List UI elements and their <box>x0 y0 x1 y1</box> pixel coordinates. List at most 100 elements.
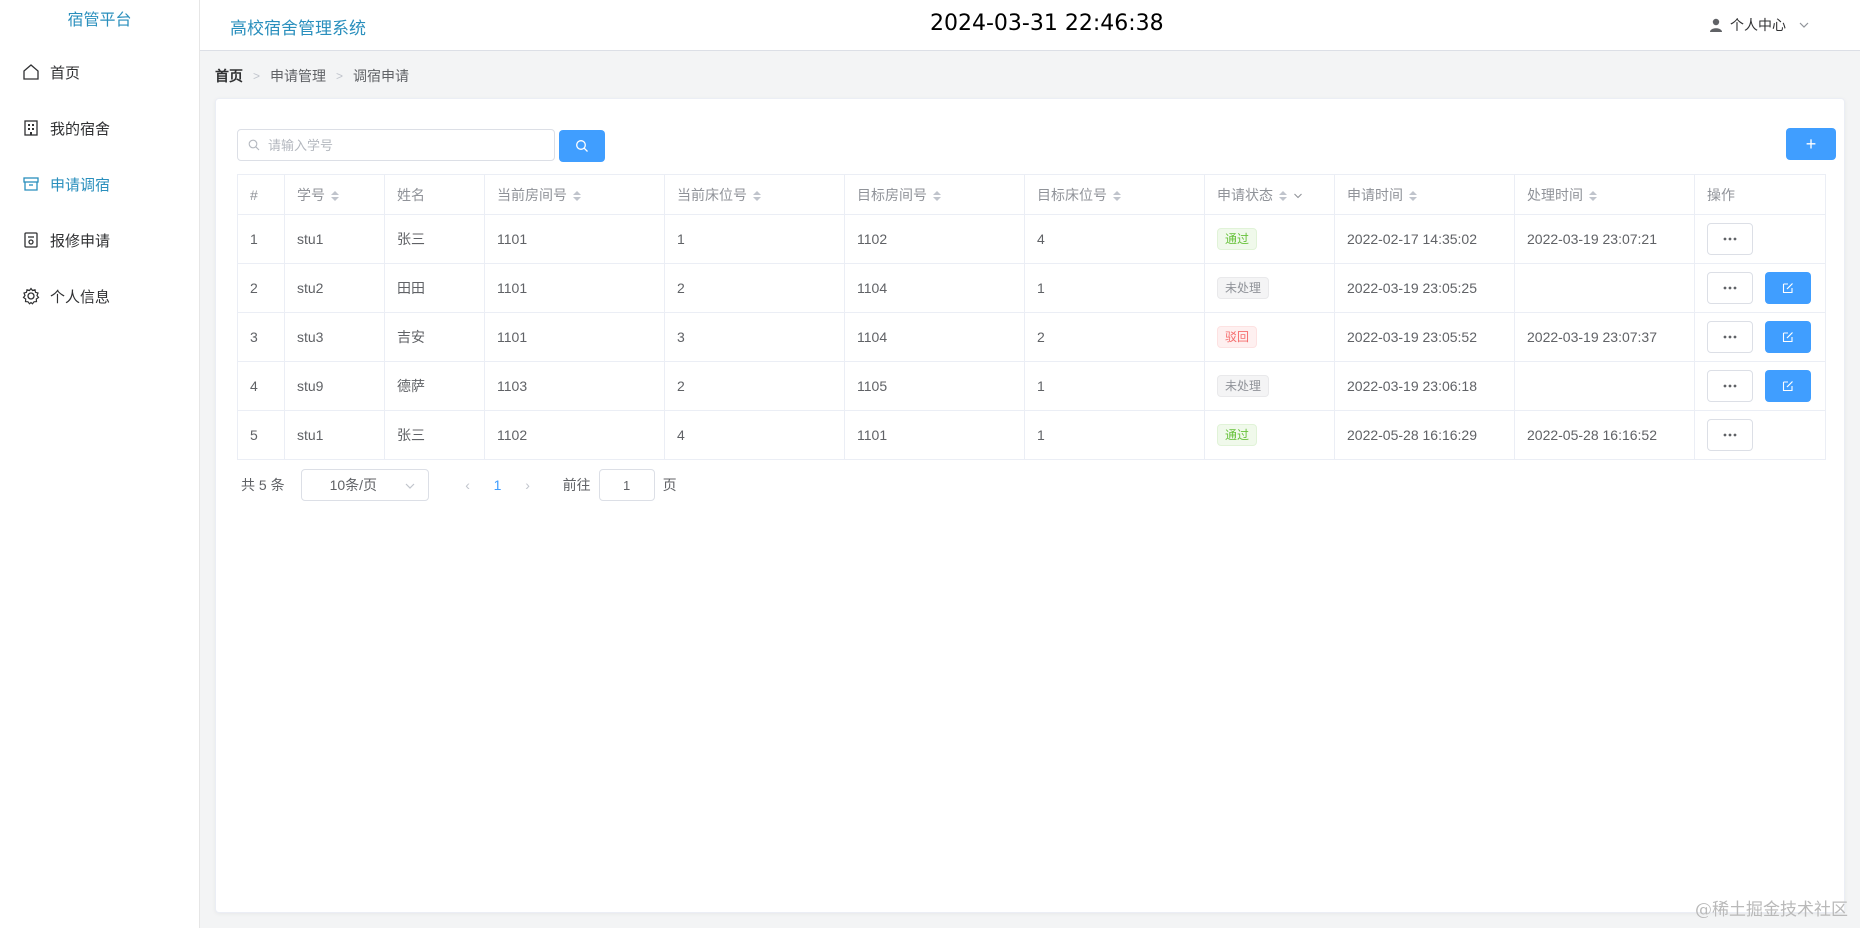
user-icon <box>1708 17 1724 33</box>
sidebar-item-my-dorm[interactable]: 我的宿舍 <box>0 100 199 156</box>
more-button[interactable] <box>1707 321 1753 353</box>
main-card: + # 学号 姓名 当前房间号 当前床位号 目标房间号 目标床位号 申请状态 申… <box>215 98 1845 913</box>
cell-cur-bed: 2 <box>664 263 845 313</box>
clock: 2024-03-31 22:46:38 <box>930 11 1164 36</box>
sidebar-item-home[interactable]: 首页 <box>0 44 199 100</box>
breadcrumb-item-home[interactable]: 首页 <box>215 66 243 86</box>
more-button[interactable] <box>1707 272 1753 304</box>
cell-actions <box>1694 312 1826 362</box>
sidebar: 宿管平台 首页 我的宿舍 申请调宿 报修申请 个人信息 <box>0 0 200 928</box>
sort-icon[interactable] <box>933 190 941 201</box>
next-page-button[interactable]: › <box>513 477 543 493</box>
cell-cur-room: 1101 <box>484 214 665 264</box>
column-header[interactable]: 学号 <box>284 174 385 215</box>
row-actions <box>1707 321 1813 353</box>
cell-actions <box>1694 361 1826 411</box>
column-header[interactable]: 申请状态 <box>1204 174 1335 215</box>
prev-page-button[interactable]: ‹ <box>453 477 483 493</box>
cell-index: 3 <box>237 312 285 362</box>
cell-target-bed: 1 <box>1024 263 1205 313</box>
cell-apply-time: 2022-05-28 16:16:29 <box>1334 410 1515 460</box>
cell-status: 通过 <box>1204 214 1335 264</box>
sort-icon[interactable] <box>331 190 339 201</box>
home-icon <box>22 63 40 81</box>
column-header[interactable]: 申请时间 <box>1334 174 1515 215</box>
goto-page-input[interactable] <box>598 469 655 501</box>
table-row: 2 stu2 田田 1101 2 1104 1 未处理 2022-03-19 23:05:25 <box>237 263 1826 313</box>
status-badge: 未处理 <box>1217 375 1270 397</box>
more-icon <box>1723 335 1737 339</box>
column-header[interactable]: 目标房间号 <box>844 174 1025 215</box>
sort-icon[interactable] <box>1279 190 1287 201</box>
search-input[interactable] <box>268 137 548 153</box>
page-size-select[interactable]: 10条/页 <box>300 469 429 501</box>
sort-icon[interactable] <box>1589 190 1597 201</box>
cell-actions <box>1694 263 1826 313</box>
page-size-value: 10条/页 <box>329 477 378 493</box>
more-icon <box>1723 237 1737 241</box>
breadcrumb-item-current: 调宿申请 <box>353 68 410 84</box>
chevron-down-icon <box>1798 19 1810 31</box>
sort-icon[interactable] <box>1113 190 1121 201</box>
chevron-down-icon <box>404 480 416 492</box>
cell-cur-bed: 1 <box>664 214 845 264</box>
edit-icon <box>1782 283 1793 294</box>
user-center-dropdown[interactable]: 个人中心 <box>1708 15 1810 35</box>
column-header[interactable]: 处理时间 <box>1514 174 1695 215</box>
cell-apply-time: 2022-03-19 23:05:25 <box>1334 263 1515 313</box>
cell-target-bed: 1 <box>1024 410 1205 460</box>
system-title: 高校宿舍管理系统 <box>230 19 366 38</box>
more-button[interactable] <box>1707 370 1753 402</box>
cell-name: 张三 <box>384 410 485 460</box>
search-box[interactable] <box>237 129 555 161</box>
search-icon <box>248 139 260 151</box>
sidebar-item-profile[interactable]: 个人信息 <box>0 268 199 324</box>
cell-process-time: 2022-03-19 23:07:21 <box>1514 214 1695 264</box>
sidebar-item-label: 个人信息 <box>50 288 111 306</box>
edit-icon <box>1782 381 1793 392</box>
sidebar-item-label: 我的宿舍 <box>50 120 111 138</box>
search-icon <box>576 140 588 152</box>
add-button[interactable]: + <box>1786 128 1836 160</box>
column-header[interactable]: 目标床位号 <box>1024 174 1205 215</box>
search-button[interactable] <box>559 130 605 162</box>
cell-student-id: stu2 <box>284 263 385 313</box>
cell-process-time <box>1514 263 1695 313</box>
sort-icon[interactable] <box>573 190 581 201</box>
box-icon <box>22 175 40 193</box>
column-header[interactable]: 当前床位号 <box>664 174 845 215</box>
edit-button[interactable] <box>1765 370 1811 402</box>
cell-cur-room: 1101 <box>484 312 665 362</box>
cell-apply-time: 2022-02-17 14:35:02 <box>1334 214 1515 264</box>
edit-button[interactable] <box>1765 321 1811 353</box>
cell-student-id: stu3 <box>284 312 385 362</box>
cell-student-id: stu1 <box>284 410 385 460</box>
sidebar-item-apply-swap[interactable]: 申请调宿 <box>0 156 199 212</box>
sidebar-item-label: 报修申请 <box>50 232 111 250</box>
column-header[interactable]: 当前房间号 <box>484 174 665 215</box>
row-actions <box>1707 419 1813 451</box>
more-button[interactable] <box>1707 223 1753 255</box>
cell-index: 2 <box>237 263 285 313</box>
filter-chevron-icon[interactable] <box>1293 191 1303 201</box>
cell-cur-bed: 4 <box>664 410 845 460</box>
cell-apply-time: 2022-03-19 23:05:52 <box>1334 312 1515 362</box>
user-center-label: 个人中心 <box>1730 17 1786 33</box>
edit-button[interactable] <box>1765 272 1811 304</box>
sort-icon[interactable] <box>1409 190 1417 201</box>
more-button[interactable] <box>1707 419 1753 451</box>
row-actions <box>1707 272 1813 304</box>
wrench-icon <box>22 231 40 249</box>
column-header: # <box>237 174 285 215</box>
cell-apply-time: 2022-03-19 23:06:18 <box>1334 361 1515 411</box>
cell-cur-bed: 3 <box>664 312 845 362</box>
breadcrumb-item-apply-manage[interactable]: 申请管理 <box>270 66 326 86</box>
pagination-total: 共 5 条 <box>241 477 285 493</box>
cell-name: 吉安 <box>384 312 485 362</box>
table-body: 1 stu1 张三 1101 1 1102 4 通过 2022-02-17 14:35:02 20… <box>237 214 1826 460</box>
cell-index: 1 <box>237 214 285 264</box>
sidebar-item-repair[interactable]: 报修申请 <box>0 212 199 268</box>
column-header: 操作 <box>1694 174 1826 215</box>
sort-icon[interactable] <box>753 190 761 201</box>
page-number[interactable]: 1 <box>483 477 513 493</box>
